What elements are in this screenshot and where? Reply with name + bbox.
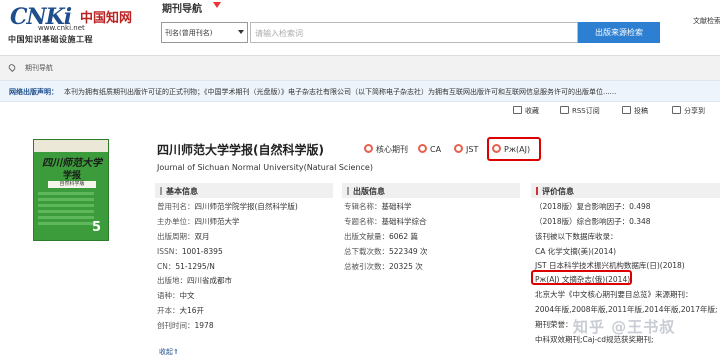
heading-bar <box>536 187 538 195</box>
basic-heading-text: 基本信息 <box>166 187 198 196</box>
search-button[interactable]: 出版来源检索 <box>578 22 660 43</box>
breadcrumb: 期刊导航 <box>0 56 720 80</box>
location-pin-icon <box>7 62 17 73</box>
logo-url: www.cnki.net <box>38 24 85 32</box>
journal-cover[interactable]: 四川师范大学 学报 自然科学版 5 <box>33 139 109 241</box>
award-icon <box>364 144 373 153</box>
logo-subtitle: 中国知识基础设施工程 <box>8 35 93 44</box>
notice-text: 本刊为拥有纸质期刊出版许可证的正式刊物；《中国学术期刊（光盘版）》电子杂志社有限… <box>64 88 617 96</box>
notice-label: 网络出版声明： <box>9 88 58 96</box>
submit-button[interactable]: 投稿 <box>622 106 648 120</box>
search-field-value: 刊名(曾用刊名) <box>165 29 213 37</box>
basic-row: 曾用刊名：四川师范学院学报(自然科学版) <box>157 202 298 211</box>
basic-info-heading: 基本信息 <box>155 183 333 198</box>
search-input[interactable]: 请输入检索词 <box>250 22 578 43</box>
cnki-logo[interactable]: CNKi 中国知网 www.cnki.net 中国知识基础设施工程 <box>8 3 133 44</box>
rss-icon <box>560 106 569 114</box>
rss-label: RSS订阅 <box>572 107 600 115</box>
evaluation-row: （2018版）综合影响因子：0.348 <box>535 217 651 226</box>
breadcrumb-item[interactable]: 期刊导航 <box>25 63 53 73</box>
evaluation-row: CA 化学文摘(美)(2014) <box>535 247 617 256</box>
cover-title: 四川师范大学 <box>42 158 102 169</box>
publish-row: 出版文献量：6062 篇 <box>344 232 418 241</box>
favorite-label: 收藏 <box>525 107 539 115</box>
publish-row: 专题名称：基础科学综合 <box>344 217 427 226</box>
cover-decoration <box>38 192 94 232</box>
evaluation-heading-text: 评价信息 <box>542 187 574 196</box>
search-field-select[interactable]: 刊名(曾用刊名) <box>161 22 248 43</box>
publish-info-heading: 出版信息 <box>342 183 520 198</box>
evaluation-row: 该刊被以下数据库收录： <box>535 232 618 241</box>
tag-ca[interactable]: CA <box>418 144 441 154</box>
award-icon <box>454 144 463 153</box>
watermark: 知乎 @王书叔 <box>573 318 676 336</box>
basic-row: 语种：中文 <box>157 291 195 300</box>
cover-subtitle: 学报 <box>62 171 81 181</box>
site-header: CNKi 中国知网 www.cnki.net 中国知识基础设施工程 期刊导航 文… <box>0 0 720 55</box>
basic-row: 出版地：四川省成都市 <box>157 276 232 285</box>
journal-title-en: Journal of Sichuan Normal University(Nat… <box>157 163 373 172</box>
dropdown-arrow-icon <box>238 30 244 34</box>
evaluation-row: 2004年版,2008年版,2011年版,2014年版,2017年版; <box>535 305 718 314</box>
publish-heading-text: 出版信息 <box>353 187 385 196</box>
submit-label: 投稿 <box>634 107 648 115</box>
share-label: 分享到 <box>684 107 705 115</box>
doc-search-link[interactable]: 文献检索 <box>693 16 720 26</box>
share-button[interactable]: 分享到 <box>672 106 705 120</box>
favorite-icon <box>513 106 522 114</box>
rss-button[interactable]: RSS订阅 <box>560 106 600 120</box>
favorite-button[interactable]: 收藏 <box>513 106 539 120</box>
tag-label: 核心期刊 <box>376 145 408 154</box>
evaluation-row: 北京大学《中文核心期刊要目总览》来源期刊： <box>535 290 693 299</box>
tag-label: CA <box>430 145 442 154</box>
basic-row: 创刊时间：1978 <box>157 321 214 330</box>
heading-bar <box>160 187 162 195</box>
publish-row: 总下载次数：522349 次 <box>344 247 428 256</box>
basic-row: 出版周期：双月 <box>157 232 210 241</box>
cover-edition: 自然科学版 <box>48 181 96 188</box>
tag-highlight-box <box>487 137 541 161</box>
tag-label: JST <box>466 145 479 154</box>
evaluation-row: 期刊荣誉： <box>535 320 573 329</box>
publishing-notice: 网络出版声明： 本刊为拥有纸质期刊出版许可证的正式刊物；《中国学术期刊（光盘版）… <box>0 80 720 102</box>
submit-icon <box>622 106 631 114</box>
award-icon <box>418 144 427 153</box>
logo-cn-text: 中国知网 <box>80 11 133 26</box>
evaluation-heading: 评价信息 <box>531 183 720 198</box>
share-icon <box>672 106 681 114</box>
publish-row: 专辑名称：基础科学 <box>344 202 412 211</box>
tag-core[interactable]: 核心期刊 <box>364 144 408 155</box>
collapse-link[interactable]: 收起⇑ <box>159 347 179 357</box>
evaluation-row: （2018版）复合影响因子：0.498 <box>535 202 651 211</box>
basic-row: 开本：大16开 <box>157 306 205 315</box>
chevron-down-icon[interactable] <box>213 2 221 8</box>
publish-row: 总被引次数：20325 次 <box>344 262 423 271</box>
basic-row: 主办单位：四川师范大学 <box>157 217 240 226</box>
cover-issue-number: 5 <box>92 220 102 235</box>
journal-title: 四川师范大学学报(自然科学版) <box>157 143 324 157</box>
nav-title[interactable]: 期刊导航 <box>162 0 202 15</box>
basic-row: ISSN：1001-8395 <box>157 247 223 256</box>
tag-jst[interactable]: JST <box>454 144 478 154</box>
basic-row: CN：51-1295/N <box>157 262 215 271</box>
evaluation-highlight-box <box>531 270 632 285</box>
heading-bar <box>347 187 349 195</box>
cover-top-band <box>34 140 108 152</box>
